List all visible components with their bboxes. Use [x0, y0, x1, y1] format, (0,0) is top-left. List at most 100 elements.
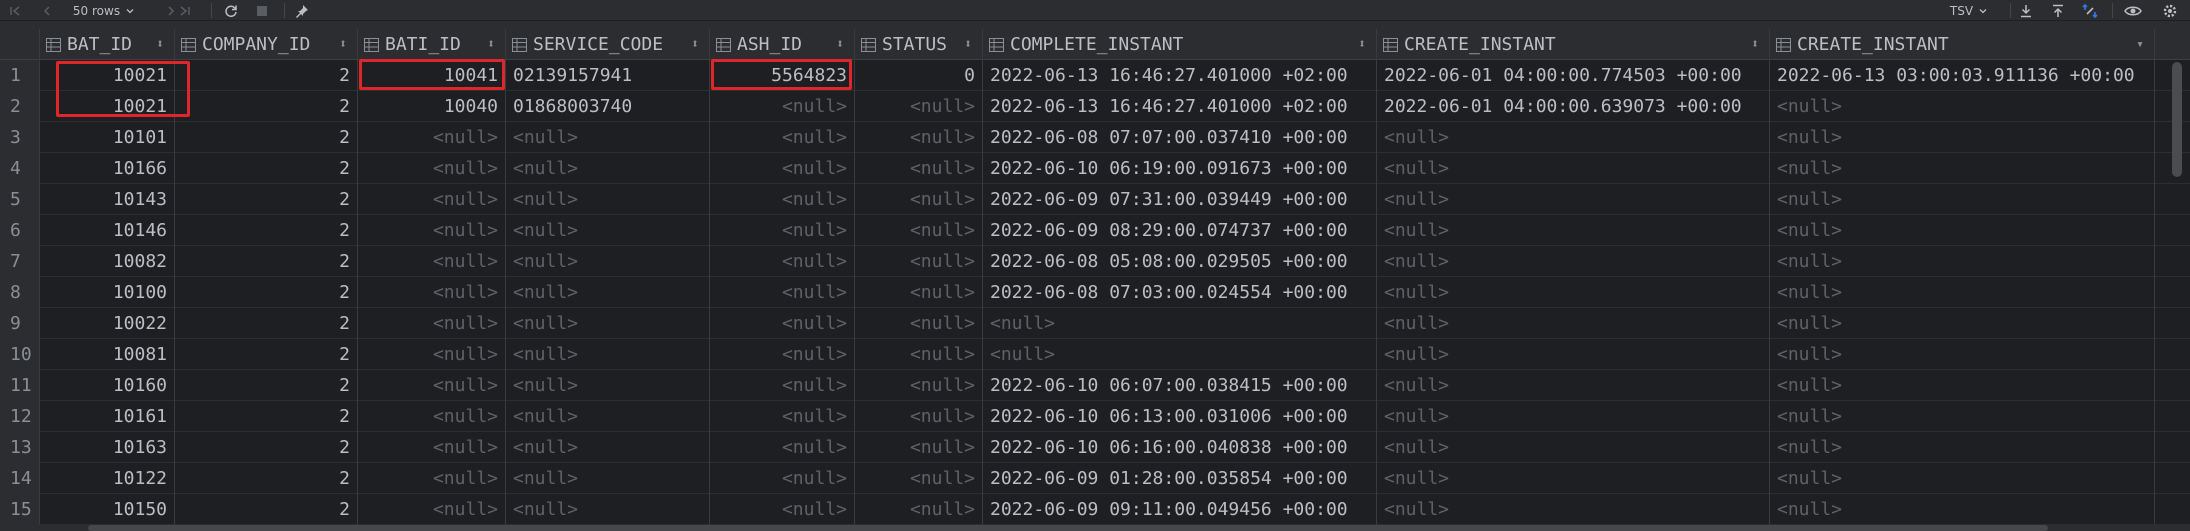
- cell-service-code[interactable]: <null>: [506, 401, 710, 432]
- cell-create-instant-2[interactable]: <null>: [1770, 215, 2155, 246]
- cell-ash-id[interactable]: <null>: [710, 153, 855, 184]
- cell-company-id[interactable]: 2: [175, 308, 358, 339]
- cell-complete-instant[interactable]: 2022-06-09 09:11:00.049456 +00:00: [983, 494, 1377, 525]
- cell-ash-id[interactable]: <null>: [710, 432, 855, 463]
- cell-bati-id[interactable]: <null>: [358, 122, 506, 153]
- column-header-ash-id[interactable]: ASH_ID ⬍: [710, 29, 855, 60]
- cell-service-code[interactable]: <null>: [506, 463, 710, 494]
- cell-company-id[interactable]: 2: [175, 153, 358, 184]
- column-header-bati-id[interactable]: BATI_ID ⬍: [358, 29, 506, 60]
- cell-complete-instant[interactable]: <null>: [983, 339, 1377, 370]
- cell-service-code[interactable]: <null>: [506, 246, 710, 277]
- table-row[interactable]: 3 10101 2 <null> <null> <null> <null> 2022-06-0…: [0, 122, 2190, 153]
- table-row[interactable]: 13 10163 2 <null> <null> <null> <null> 2022-06-…: [0, 432, 2190, 463]
- cell-create-instant[interactable]: <null>: [1377, 432, 1770, 463]
- cell-bat-id[interactable]: 10163: [40, 432, 175, 463]
- cell-create-instant-2[interactable]: <null>: [1770, 277, 2155, 308]
- cell-create-instant[interactable]: 2022-06-01 04:00:00.774503 +00:00: [1377, 60, 1770, 91]
- sort-icon[interactable]: ⬍: [691, 29, 699, 60]
- cell-bat-id[interactable]: 10122: [40, 463, 175, 494]
- cell-status[interactable]: <null>: [855, 308, 983, 339]
- cell-bati-id[interactable]: <null>: [358, 370, 506, 401]
- cell-bat-id[interactable]: 10161: [40, 401, 175, 432]
- sort-icon[interactable]: ⬍: [487, 29, 495, 60]
- compare-icon[interactable]: [2078, 0, 2102, 21]
- cell-complete-instant[interactable]: 2022-06-09 07:31:00.039449 +00:00: [983, 184, 1377, 215]
- cell-service-code[interactable]: <null>: [506, 122, 710, 153]
- previous-page-icon[interactable]: [36, 0, 58, 21]
- cell-service-code[interactable]: <null>: [506, 370, 710, 401]
- cell-bati-id[interactable]: <null>: [358, 184, 506, 215]
- row-number[interactable]: 15: [0, 494, 40, 525]
- row-number[interactable]: 5: [0, 184, 40, 215]
- cell-complete-instant[interactable]: 2022-06-10 06:19:00.091673 +00:00: [983, 153, 1377, 184]
- cell-service-code[interactable]: 01868003740: [506, 91, 710, 122]
- sort-icon[interactable]: ▾: [2136, 29, 2144, 60]
- cell-complete-instant[interactable]: 2022-06-13 16:46:27.401000 +02:00: [983, 60, 1377, 91]
- last-page-icon[interactable]: [174, 0, 196, 21]
- cell-ash-id[interactable]: <null>: [710, 277, 855, 308]
- cell-complete-instant[interactable]: 2022-06-08 05:08:00.029505 +00:00: [983, 246, 1377, 277]
- cell-ash-id[interactable]: <null>: [710, 494, 855, 525]
- cell-complete-instant[interactable]: 2022-06-08 07:07:00.037410 +00:00: [983, 122, 1377, 153]
- cell-company-id[interactable]: 2: [175, 246, 358, 277]
- sort-icon[interactable]: ⬍: [339, 29, 347, 60]
- table-row[interactable]: 14 10122 2 <null> <null> <null> <null> 2022-06-…: [0, 463, 2190, 494]
- cell-company-id[interactable]: 2: [175, 370, 358, 401]
- cell-create-instant-2[interactable]: <null>: [1770, 122, 2155, 153]
- cell-service-code[interactable]: <null>: [506, 184, 710, 215]
- cell-bat-id[interactable]: 10150: [40, 494, 175, 525]
- cell-company-id[interactable]: 2: [175, 432, 358, 463]
- cell-bati-id[interactable]: 10041: [358, 60, 506, 91]
- cell-create-instant[interactable]: <null>: [1377, 339, 1770, 370]
- cell-status[interactable]: 0: [855, 60, 983, 91]
- table-row[interactable]: 9 10022 2 <null> <null> <null> <null> <null> <nu…: [0, 308, 2190, 339]
- cell-create-instant-2[interactable]: <null>: [1770, 308, 2155, 339]
- cell-create-instant[interactable]: <null>: [1377, 370, 1770, 401]
- cell-company-id[interactable]: 2: [175, 463, 358, 494]
- export-format-dropdown[interactable]: TSV: [1944, 0, 1994, 21]
- cell-service-code[interactable]: <null>: [506, 494, 710, 525]
- cell-company-id[interactable]: 2: [175, 277, 358, 308]
- cell-ash-id[interactable]: 5564823: [710, 60, 855, 91]
- cell-ash-id[interactable]: <null>: [710, 215, 855, 246]
- table-row[interactable]: 4 10166 2 <null> <null> <null> <null> 2022-06-1…: [0, 153, 2190, 184]
- eye-icon[interactable]: [2119, 0, 2147, 21]
- cell-ash-id[interactable]: <null>: [710, 184, 855, 215]
- row-number[interactable]: 4: [0, 153, 40, 184]
- row-number[interactable]: 1: [0, 60, 40, 91]
- vertical-scrollbar[interactable]: [2172, 62, 2182, 177]
- table-row[interactable]: 10 10081 2 <null> <null> <null> <null> <null> <n…: [0, 339, 2190, 370]
- cell-ash-id[interactable]: <null>: [710, 401, 855, 432]
- table-row[interactable]: 11 10160 2 <null> <null> <null> <null> 2022-06-…: [0, 370, 2190, 401]
- cell-create-instant-2[interactable]: <null>: [1770, 432, 2155, 463]
- cell-create-instant-2[interactable]: <null>: [1770, 401, 2155, 432]
- table-row[interactable]: 1 10021 2 10041 02139157941 5564823 0 2022-06-1…: [0, 60, 2190, 91]
- cell-ash-id[interactable]: <null>: [710, 308, 855, 339]
- cell-bat-id[interactable]: 10143: [40, 184, 175, 215]
- table-row[interactable]: 6 10146 2 <null> <null> <null> <null> 2022-06-0…: [0, 215, 2190, 246]
- row-number[interactable]: 13: [0, 432, 40, 463]
- cell-status[interactable]: <null>: [855, 122, 983, 153]
- cell-create-instant[interactable]: <null>: [1377, 184, 1770, 215]
- cell-ash-id[interactable]: <null>: [710, 463, 855, 494]
- column-header-create-instant[interactable]: CREATE_INSTANT ⬍: [1377, 29, 1770, 60]
- cell-company-id[interactable]: 2: [175, 401, 358, 432]
- cell-create-instant[interactable]: <null>: [1377, 122, 1770, 153]
- cell-create-instant[interactable]: <null>: [1377, 494, 1770, 525]
- cell-complete-instant[interactable]: 2022-06-10 06:16:00.040838 +00:00: [983, 432, 1377, 463]
- cell-company-id[interactable]: 2: [175, 215, 358, 246]
- cell-create-instant[interactable]: <null>: [1377, 277, 1770, 308]
- cell-create-instant-2[interactable]: <null>: [1770, 339, 2155, 370]
- cell-create-instant[interactable]: <null>: [1377, 215, 1770, 246]
- row-number[interactable]: 10: [0, 339, 40, 370]
- cell-company-id[interactable]: 2: [175, 494, 358, 525]
- cell-bat-id[interactable]: 10021: [40, 60, 175, 91]
- row-number[interactable]: 8: [0, 277, 40, 308]
- cell-bati-id[interactable]: <null>: [358, 432, 506, 463]
- first-page-icon[interactable]: [4, 0, 26, 21]
- row-number[interactable]: 3: [0, 122, 40, 153]
- cell-service-code[interactable]: <null>: [506, 215, 710, 246]
- cell-status[interactable]: <null>: [855, 91, 983, 122]
- cell-create-instant[interactable]: <null>: [1377, 401, 1770, 432]
